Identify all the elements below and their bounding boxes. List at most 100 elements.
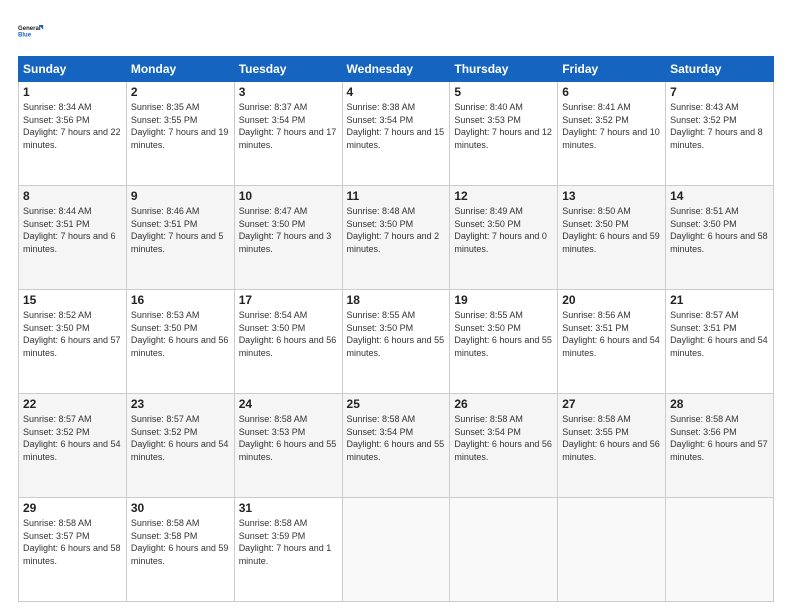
day-number: 6	[562, 85, 661, 99]
week-row-3: 15 Sunrise: 8:52 AMSunset: 3:50 PMDaylig…	[19, 290, 774, 394]
day-cell: 21 Sunrise: 8:57 AMSunset: 3:51 PMDaylig…	[666, 290, 774, 394]
day-number: 25	[347, 397, 446, 411]
weekday-saturday: Saturday	[666, 57, 774, 82]
calendar-page: GeneralBlue SundayMondayTuesdayWednesday…	[0, 0, 792, 612]
day-info: Sunrise: 8:51 AMSunset: 3:50 PMDaylight:…	[670, 205, 769, 255]
day-cell: 30 Sunrise: 8:58 AMSunset: 3:58 PMDaylig…	[126, 498, 234, 602]
day-number: 17	[239, 293, 338, 307]
day-cell: 13 Sunrise: 8:50 AMSunset: 3:50 PMDaylig…	[558, 186, 666, 290]
header: GeneralBlue	[18, 18, 774, 46]
day-cell: 10 Sunrise: 8:47 AMSunset: 3:50 PMDaylig…	[234, 186, 342, 290]
day-cell	[342, 498, 450, 602]
day-cell	[558, 498, 666, 602]
weekday-tuesday: Tuesday	[234, 57, 342, 82]
day-number: 2	[131, 85, 230, 99]
day-number: 11	[347, 189, 446, 203]
svg-text:General: General	[18, 26, 41, 32]
day-number: 26	[454, 397, 553, 411]
day-info: Sunrise: 8:58 AMSunset: 3:56 PMDaylight:…	[670, 413, 769, 463]
day-cell: 26 Sunrise: 8:58 AMSunset: 3:54 PMDaylig…	[450, 394, 558, 498]
day-cell: 1 Sunrise: 8:34 AMSunset: 3:56 PMDayligh…	[19, 82, 127, 186]
day-info: Sunrise: 8:58 AMSunset: 3:58 PMDaylight:…	[131, 517, 230, 567]
day-info: Sunrise: 8:57 AMSunset: 3:52 PMDaylight:…	[23, 413, 122, 463]
day-cell: 20 Sunrise: 8:56 AMSunset: 3:51 PMDaylig…	[558, 290, 666, 394]
day-info: Sunrise: 8:55 AMSunset: 3:50 PMDaylight:…	[454, 309, 553, 359]
week-row-4: 22 Sunrise: 8:57 AMSunset: 3:52 PMDaylig…	[19, 394, 774, 498]
calendar-table: SundayMondayTuesdayWednesdayThursdayFrid…	[18, 56, 774, 602]
day-number: 24	[239, 397, 338, 411]
day-number: 18	[347, 293, 446, 307]
day-number: 22	[23, 397, 122, 411]
day-cell: 2 Sunrise: 8:35 AMSunset: 3:55 PMDayligh…	[126, 82, 234, 186]
day-info: Sunrise: 8:57 AMSunset: 3:52 PMDaylight:…	[131, 413, 230, 463]
day-cell: 3 Sunrise: 8:37 AMSunset: 3:54 PMDayligh…	[234, 82, 342, 186]
day-cell: 25 Sunrise: 8:58 AMSunset: 3:54 PMDaylig…	[342, 394, 450, 498]
day-number: 14	[670, 189, 769, 203]
day-cell: 4 Sunrise: 8:38 AMSunset: 3:54 PMDayligh…	[342, 82, 450, 186]
day-number: 13	[562, 189, 661, 203]
logo-icon: GeneralBlue	[18, 18, 46, 46]
week-row-1: 1 Sunrise: 8:34 AMSunset: 3:56 PMDayligh…	[19, 82, 774, 186]
day-number: 27	[562, 397, 661, 411]
day-info: Sunrise: 8:58 AMSunset: 3:57 PMDaylight:…	[23, 517, 122, 567]
week-row-5: 29 Sunrise: 8:58 AMSunset: 3:57 PMDaylig…	[19, 498, 774, 602]
day-cell: 15 Sunrise: 8:52 AMSunset: 3:50 PMDaylig…	[19, 290, 127, 394]
day-number: 4	[347, 85, 446, 99]
weekday-monday: Monday	[126, 57, 234, 82]
day-cell: 28 Sunrise: 8:58 AMSunset: 3:56 PMDaylig…	[666, 394, 774, 498]
day-number: 5	[454, 85, 553, 99]
day-cell: 5 Sunrise: 8:40 AMSunset: 3:53 PMDayligh…	[450, 82, 558, 186]
day-info: Sunrise: 8:48 AMSunset: 3:50 PMDaylight:…	[347, 205, 446, 255]
logo: GeneralBlue	[18, 18, 46, 46]
day-info: Sunrise: 8:52 AMSunset: 3:50 PMDaylight:…	[23, 309, 122, 359]
day-cell: 7 Sunrise: 8:43 AMSunset: 3:52 PMDayligh…	[666, 82, 774, 186]
day-number: 28	[670, 397, 769, 411]
day-cell: 27 Sunrise: 8:58 AMSunset: 3:55 PMDaylig…	[558, 394, 666, 498]
day-number: 9	[131, 189, 230, 203]
day-info: Sunrise: 8:58 AMSunset: 3:54 PMDaylight:…	[454, 413, 553, 463]
day-cell: 8 Sunrise: 8:44 AMSunset: 3:51 PMDayligh…	[19, 186, 127, 290]
day-cell: 14 Sunrise: 8:51 AMSunset: 3:50 PMDaylig…	[666, 186, 774, 290]
day-number: 1	[23, 85, 122, 99]
day-cell	[450, 498, 558, 602]
day-info: Sunrise: 8:38 AMSunset: 3:54 PMDaylight:…	[347, 101, 446, 151]
day-number: 12	[454, 189, 553, 203]
day-cell: 17 Sunrise: 8:54 AMSunset: 3:50 PMDaylig…	[234, 290, 342, 394]
day-info: Sunrise: 8:41 AMSunset: 3:52 PMDaylight:…	[562, 101, 661, 151]
day-cell: 29 Sunrise: 8:58 AMSunset: 3:57 PMDaylig…	[19, 498, 127, 602]
day-number: 30	[131, 501, 230, 515]
day-number: 29	[23, 501, 122, 515]
weekday-friday: Friday	[558, 57, 666, 82]
day-cell: 6 Sunrise: 8:41 AMSunset: 3:52 PMDayligh…	[558, 82, 666, 186]
day-cell: 18 Sunrise: 8:55 AMSunset: 3:50 PMDaylig…	[342, 290, 450, 394]
day-cell: 12 Sunrise: 8:49 AMSunset: 3:50 PMDaylig…	[450, 186, 558, 290]
day-info: Sunrise: 8:49 AMSunset: 3:50 PMDaylight:…	[454, 205, 553, 255]
day-info: Sunrise: 8:47 AMSunset: 3:50 PMDaylight:…	[239, 205, 338, 255]
day-number: 21	[670, 293, 769, 307]
day-info: Sunrise: 8:57 AMSunset: 3:51 PMDaylight:…	[670, 309, 769, 359]
day-cell: 24 Sunrise: 8:58 AMSunset: 3:53 PMDaylig…	[234, 394, 342, 498]
weekday-thursday: Thursday	[450, 57, 558, 82]
day-cell: 9 Sunrise: 8:46 AMSunset: 3:51 PMDayligh…	[126, 186, 234, 290]
day-info: Sunrise: 8:40 AMSunset: 3:53 PMDaylight:…	[454, 101, 553, 151]
day-info: Sunrise: 8:50 AMSunset: 3:50 PMDaylight:…	[562, 205, 661, 255]
day-info: Sunrise: 8:58 AMSunset: 3:59 PMDaylight:…	[239, 517, 338, 567]
day-number: 20	[562, 293, 661, 307]
day-info: Sunrise: 8:54 AMSunset: 3:50 PMDaylight:…	[239, 309, 338, 359]
day-cell: 16 Sunrise: 8:53 AMSunset: 3:50 PMDaylig…	[126, 290, 234, 394]
day-info: Sunrise: 8:56 AMSunset: 3:51 PMDaylight:…	[562, 309, 661, 359]
day-cell: 11 Sunrise: 8:48 AMSunset: 3:50 PMDaylig…	[342, 186, 450, 290]
day-cell	[666, 498, 774, 602]
day-info: Sunrise: 8:58 AMSunset: 3:53 PMDaylight:…	[239, 413, 338, 463]
day-number: 7	[670, 85, 769, 99]
day-number: 31	[239, 501, 338, 515]
weekday-header-row: SundayMondayTuesdayWednesdayThursdayFrid…	[19, 57, 774, 82]
day-info: Sunrise: 8:35 AMSunset: 3:55 PMDaylight:…	[131, 101, 230, 151]
day-info: Sunrise: 8:34 AMSunset: 3:56 PMDaylight:…	[23, 101, 122, 151]
day-cell: 31 Sunrise: 8:58 AMSunset: 3:59 PMDaylig…	[234, 498, 342, 602]
day-cell: 19 Sunrise: 8:55 AMSunset: 3:50 PMDaylig…	[450, 290, 558, 394]
day-info: Sunrise: 8:44 AMSunset: 3:51 PMDaylight:…	[23, 205, 122, 255]
day-info: Sunrise: 8:43 AMSunset: 3:52 PMDaylight:…	[670, 101, 769, 151]
day-cell: 23 Sunrise: 8:57 AMSunset: 3:52 PMDaylig…	[126, 394, 234, 498]
day-info: Sunrise: 8:37 AMSunset: 3:54 PMDaylight:…	[239, 101, 338, 151]
